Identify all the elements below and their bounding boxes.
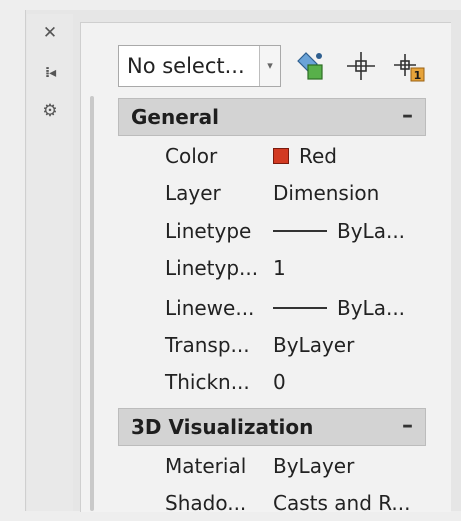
collapse-icon[interactable]: – [402, 409, 413, 443]
lineweight-preview [273, 307, 327, 309]
property-label: Shado... [165, 491, 247, 515]
section-general-header[interactable]: General – [118, 98, 426, 136]
close-icon[interactable]: ✕ [27, 22, 73, 44]
auto-hide-icon[interactable]: ⁞◂ [27, 62, 73, 84]
property-value[interactable]: Red [273, 138, 337, 174]
property-label: Linetype [165, 219, 252, 243]
property-row-transparency[interactable]: Transp... ByLayer [165, 327, 435, 363]
linetype-value: ByLa... [337, 219, 406, 243]
section-title: General [131, 105, 219, 129]
select-objects-icon[interactable] [343, 48, 379, 84]
palette-title-bar[interactable]: ✕ ⁞◂ ⚙ [27, 14, 73, 511]
property-value[interactable]: Casts and R... [273, 485, 411, 521]
property-row-layer[interactable]: Layer Dimension [165, 175, 435, 211]
property-value[interactable]: ByLayer [273, 327, 354, 363]
property-label: Material [165, 454, 247, 478]
property-row-linetype[interactable]: Linetype ByLa... [165, 213, 435, 249]
linetype-preview [273, 230, 327, 232]
property-row-thickness[interactable]: Thickn... 0 [165, 364, 435, 400]
property-row-lineweight[interactable]: Linewe... ByLa... [165, 290, 435, 326]
section-3d-visualization-header[interactable]: 3D Visualization – [118, 408, 426, 446]
property-value[interactable]: ByLa... [273, 290, 405, 326]
svg-text:1: 1 [414, 69, 422, 82]
collapse-icon[interactable]: – [402, 99, 413, 133]
color-value: Red [299, 144, 337, 168]
toggle-pickadd-icon[interactable]: 1 [391, 48, 427, 84]
panel-divider [90, 96, 94, 511]
property-value[interactable]: ByLayer [273, 448, 354, 484]
property-label: Thickn... [165, 370, 250, 394]
property-value[interactable]: Dimension [273, 175, 379, 211]
property-value[interactable]: ByLa... [273, 213, 405, 249]
property-row-color[interactable]: Color Red [165, 138, 435, 174]
property-label: Layer [165, 181, 221, 205]
settings-icon[interactable]: ⚙ [27, 100, 73, 122]
property-label: Linetyp... [165, 256, 259, 280]
property-row-shadow-display[interactable]: Shado... Casts and R... [165, 485, 435, 521]
section-title: 3D Visualization [131, 415, 314, 439]
property-row-material[interactable]: Material ByLayer [165, 448, 435, 484]
property-value[interactable]: 0 [273, 364, 286, 400]
property-label: Linewe... [165, 296, 255, 320]
properties-toolbar: No select... ▾ 1 [115, 42, 435, 90]
property-row-linetype-scale[interactable]: Linetyp... 1 [165, 250, 435, 286]
selection-dropdown-value: No select... [127, 54, 245, 78]
property-label: Transp... [165, 333, 250, 357]
property-value[interactable]: 1 [273, 250, 286, 286]
quick-select-icon[interactable] [293, 48, 329, 84]
property-label: Color [165, 144, 218, 168]
chevron-down-icon[interactable]: ▾ [259, 46, 280, 86]
selection-dropdown[interactable]: No select... ▾ [118, 45, 281, 87]
lineweight-value: ByLa... [337, 296, 406, 320]
color-swatch [273, 148, 289, 164]
